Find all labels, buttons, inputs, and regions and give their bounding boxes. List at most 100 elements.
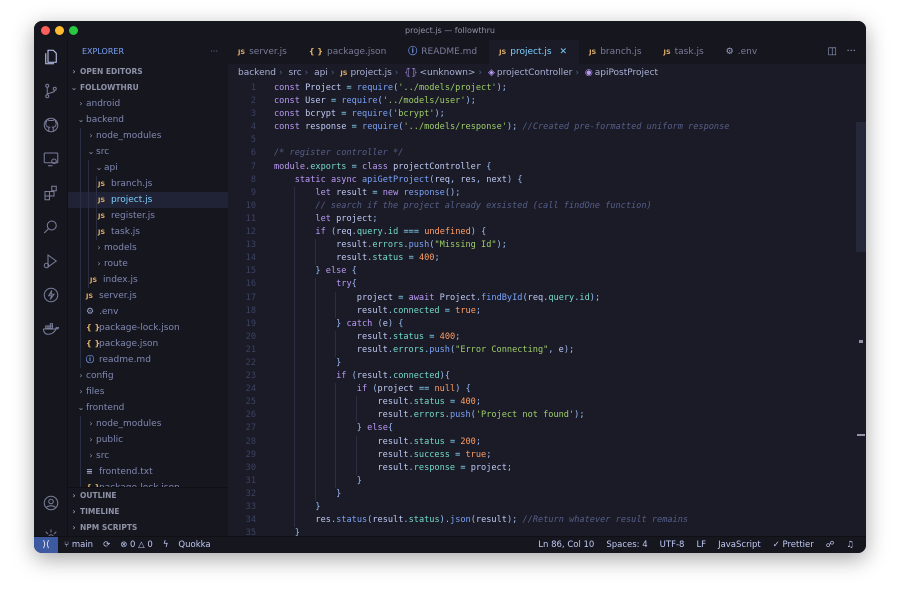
tree-folder-api[interactable]: ⌄ api — [68, 160, 228, 176]
zoom-window-button[interactable] — [69, 26, 78, 35]
code-line[interactable]: 13 result.errors.push("Missing Id"); — [228, 239, 866, 253]
prettier-status[interactable]: ✓ Prettier — [773, 537, 814, 553]
remote-explorer-icon[interactable] — [40, 148, 62, 170]
tree-folder-public[interactable]: › public — [68, 432, 228, 448]
tree-folder-android[interactable]: › android — [68, 96, 228, 112]
breadcrumb-item[interactable]: backend — [238, 68, 276, 78]
tree-file-env[interactable]: ⚙ .env — [68, 304, 228, 320]
run-debug-icon[interactable] — [40, 250, 62, 272]
tree-file-readme-md[interactable]: ⓘ readme.md — [68, 352, 228, 368]
code-line[interactable]: 10 // search if the project already exsi… — [228, 199, 866, 213]
tree-folder-frontend-node-modules[interactable]: › node_modules — [68, 416, 228, 432]
tree-file-task-js[interactable]: JS task.js — [68, 224, 228, 240]
code-editor[interactable]: 1 const Project = require('../models/proj… — [228, 82, 866, 536]
tree-folder-backend[interactable]: ⌄ backend — [68, 112, 228, 128]
code-line[interactable]: 32 } — [228, 487, 866, 501]
remote-indicator-icon[interactable]: ⟩⟨ — [34, 537, 58, 553]
cursor-position[interactable]: Ln 86, Col 10 — [538, 537, 594, 553]
tree-folder-node-modules[interactable]: › node_modules — [68, 128, 228, 144]
tab-server-js[interactable]: JS server.js — [228, 40, 299, 64]
code-line[interactable]: 33 } — [228, 501, 866, 515]
breadcrumb-item[interactable]: api — [314, 68, 328, 78]
explorer-icon[interactable] — [40, 46, 62, 68]
code-line[interactable]: 26 result.errors.push('Project not found… — [228, 409, 866, 423]
code-line[interactable]: 9 let result = new response(); — [228, 186, 866, 200]
lightning-icon[interactable]: ϟ — [163, 537, 169, 553]
tab-branch-js[interactable]: JS branch.js — [579, 40, 653, 64]
outline-section[interactable]: › OUTLINE — [68, 488, 228, 504]
code-line[interactable]: 22 } — [228, 356, 866, 371]
code-line[interactable]: 23 if (result.connected){ — [228, 370, 866, 384]
code-line[interactable]: 18 result.connected = true; — [228, 304, 866, 318]
code-line[interactable]: 30 result.response = project; — [228, 461, 866, 475]
tree-file-register-js[interactable]: JS register.js — [68, 208, 228, 224]
tab-task-js[interactable]: JS task.js — [654, 40, 716, 64]
code-line[interactable]: 29 result.success = true; — [228, 448, 866, 462]
sync-icon[interactable]: ⟳ — [103, 537, 110, 553]
scrollbar-thumb[interactable] — [856, 122, 866, 252]
code-line[interactable]: 35 } — [228, 527, 866, 536]
indentation-status[interactable]: Spaces: 4 — [606, 537, 647, 553]
code-line[interactable]: 20 result.status = 400; — [228, 330, 866, 344]
branch-status[interactable]: ⑂ main — [64, 537, 93, 553]
code-line[interactable]: 27 } else{ — [228, 422, 866, 436]
tree-folder-models[interactable]: › models — [68, 240, 228, 256]
close-icon[interactable]: ✕ — [560, 47, 568, 57]
tree-file-server-js[interactable]: JS server.js — [68, 288, 228, 304]
breadcrumb-item[interactable]: apiPostProject — [595, 68, 658, 78]
thunder-client-icon[interactable] — [40, 284, 62, 306]
tab-package-json[interactable]: { } package.json — [299, 40, 398, 64]
notifications-bell-icon[interactable]: ♫ — [846, 537, 854, 553]
tree-folder-config[interactable]: › config — [68, 368, 228, 384]
tree-file-package-lock-json[interactable]: { }package-lock.json — [68, 320, 228, 336]
extensions-icon[interactable] — [40, 182, 62, 204]
breadcrumb-item[interactable]: src — [289, 68, 302, 78]
tree-file-branch-js[interactable]: JS branch.js — [68, 176, 228, 192]
search-icon[interactable] — [40, 216, 62, 238]
code-line[interactable]: 25 result.status = 400; — [228, 396, 866, 410]
code-line[interactable]: 11 let project; — [228, 212, 866, 227]
tree-file-project-js[interactable]: JS project.js — [68, 192, 228, 208]
timeline-section[interactable]: › TIMELINE — [68, 504, 228, 520]
minimize-window-button[interactable] — [55, 26, 64, 35]
code-line[interactable]: 16 try{ — [228, 278, 866, 292]
npm-scripts-section[interactable]: › NPM SCRIPTS — [68, 520, 228, 536]
account-icon[interactable] — [40, 492, 62, 514]
code-line[interactable]: 24 if (project == null) { — [228, 383, 866, 397]
code-line[interactable]: 6 /* register controller */ — [228, 147, 866, 160]
breadcrumb-item[interactable]: project.js — [350, 68, 391, 78]
code-line[interactable]: 2 const User = require('../models/user'); — [228, 95, 866, 108]
problems-status[interactable]: ⊗ 0 △ 0 — [120, 537, 153, 553]
breadcrumb-item[interactable]: projectController — [497, 68, 573, 78]
code-line[interactable]: 4 const response = require('../models/res… — [228, 121, 866, 134]
github-icon[interactable] — [40, 114, 62, 136]
workspace-section[interactable]: ⌄ FOLLOWTHRU — [68, 80, 228, 96]
open-editors-section[interactable]: › OPEN EDITORS — [68, 64, 228, 80]
tree-folder-frontend[interactable]: ⌄ frontend — [68, 400, 228, 416]
code-line[interactable]: 1 const Project = require('../models/proj… — [228, 82, 866, 95]
eol-status[interactable]: LF — [696, 537, 706, 553]
code-line[interactable]: 21 result.errors.push("Error Connecting"… — [228, 343, 866, 357]
code-line[interactable]: 31 } — [228, 474, 866, 488]
code-line[interactable]: 34 res.status(result.status).json(result… — [228, 514, 866, 528]
tree-folder-files[interactable]: › files — [68, 384, 228, 400]
code-line[interactable]: 8 static async apiGetProject(req, res, n… — [228, 174, 866, 187]
tree-file-frontend-txt[interactable]: ≡ frontend.txt — [68, 464, 228, 480]
feedback-icon[interactable]: ☍ — [826, 537, 835, 553]
tab-env[interactable]: ⚙ .env — [716, 40, 770, 64]
docker-icon[interactable] — [40, 318, 62, 340]
tab-project-js[interactable]: JS project.js ✕ — [489, 40, 580, 64]
code-line[interactable]: 7 module.exports = class projectControlle… — [228, 161, 866, 174]
language-mode[interactable]: JavaScript — [718, 537, 761, 553]
code-line[interactable]: 12 if (req.query.id === undefined) { — [228, 226, 866, 240]
close-window-button[interactable] — [41, 26, 50, 35]
code-line[interactable]: 28 result.status = 200; — [228, 435, 866, 449]
split-editor-icon[interactable]: ◫ — [827, 46, 836, 57]
tree-file-package-json[interactable]: { }package.json — [68, 336, 228, 352]
editor-scrollbar[interactable] — [856, 82, 866, 536]
tree-folder-src[interactable]: ⌄ src — [68, 144, 228, 160]
quokka-status[interactable]: Quokka — [178, 537, 210, 553]
code-line[interactable]: 5 — [228, 134, 866, 147]
more-actions-icon[interactable]: ··· — [846, 46, 856, 57]
code-line[interactable]: 17 project = await Project.findById(req.… — [228, 291, 866, 305]
